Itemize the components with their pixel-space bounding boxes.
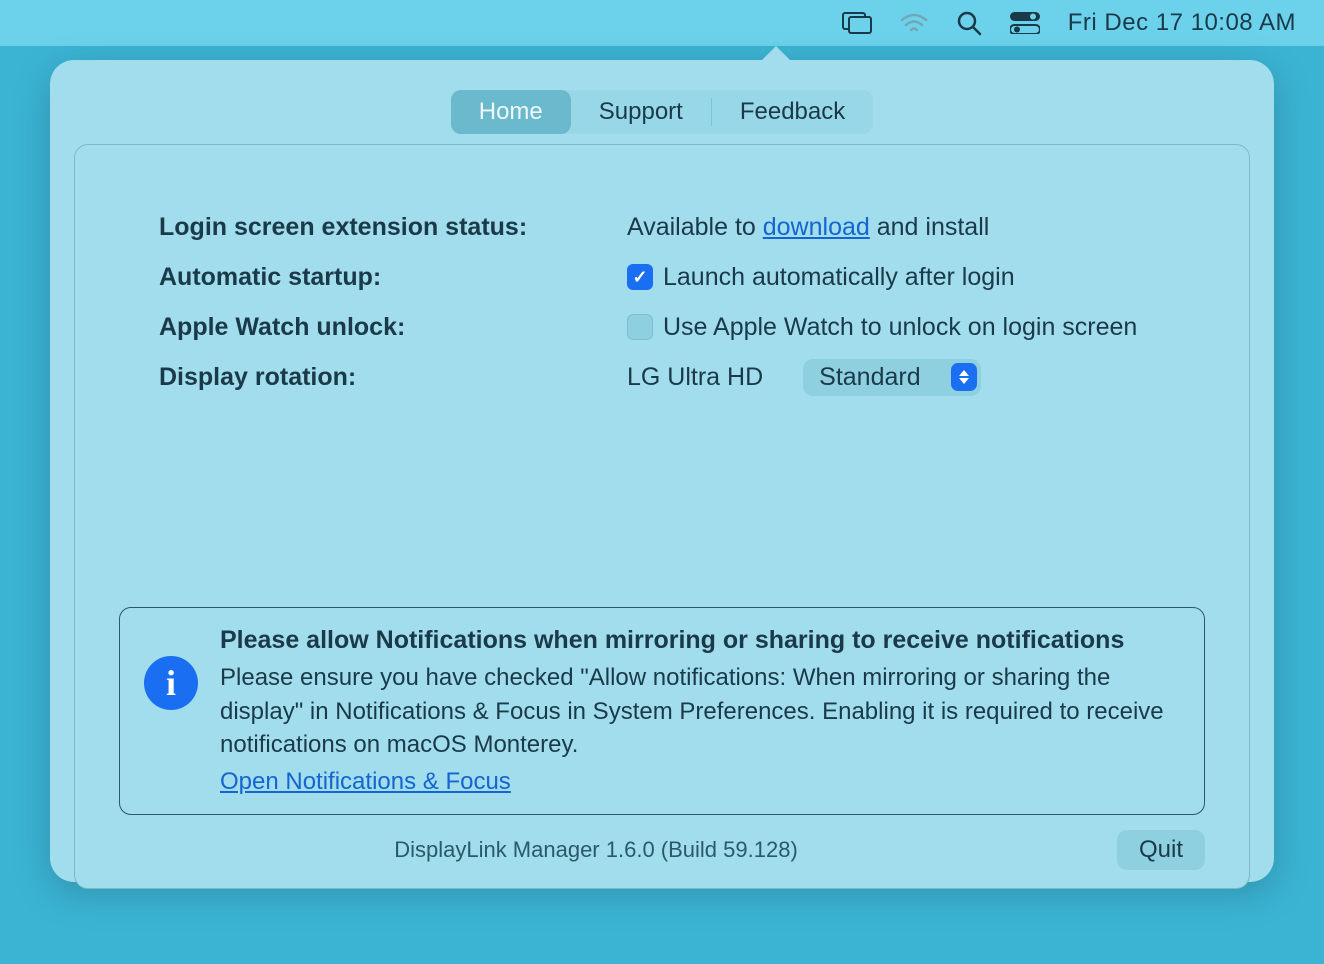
quit-button[interactable]: Quit xyxy=(1117,830,1205,870)
info-body: Please ensure you have checked "Allow no… xyxy=(220,661,1180,762)
apple-watch-row: Apple Watch unlock: Use Apple Watch to u… xyxy=(159,305,1209,349)
login-extension-value: Available to download and install xyxy=(627,213,1209,242)
apple-watch-text: Use Apple Watch to unlock on login scree… xyxy=(663,313,1137,342)
login-ext-prefix: Available to xyxy=(627,213,763,241)
login-ext-suffix: and install xyxy=(870,213,990,241)
footer: DisplayLink Manager 1.6.0 (Build 59.128)… xyxy=(75,830,1205,870)
search-icon[interactable] xyxy=(956,10,982,36)
login-extension-label: Login screen extension status: xyxy=(159,213,627,242)
auto-startup-text: Launch automatically after login xyxy=(663,263,1015,292)
apple-watch-label: Apple Watch unlock: xyxy=(159,313,627,342)
tab-support[interactable]: Support xyxy=(571,90,711,134)
version-label: DisplayLink Manager 1.6.0 (Build 59.128) xyxy=(75,837,1117,863)
auto-startup-checkbox[interactable]: ✓ xyxy=(627,264,653,290)
rotation-select-label: Standard xyxy=(819,363,920,392)
popover-window: Home Support Feedback Login screen exten… xyxy=(50,60,1274,882)
tab-bar-inner: Home Support Feedback xyxy=(451,90,874,134)
info-title: Please allow Notifications when mirrorin… xyxy=(220,626,1180,655)
display-rotation-label: Display rotation: xyxy=(159,363,627,392)
screen-mirror-icon[interactable] xyxy=(842,12,872,34)
display-rotation-row: Display rotation: LG Ultra HD Standard xyxy=(159,355,1209,399)
checkmark-icon: ✓ xyxy=(632,267,647,288)
popover-arrow xyxy=(760,46,792,62)
settings-panel: Login screen extension status: Available… xyxy=(74,144,1250,889)
control-center-icon[interactable] xyxy=(1010,12,1040,34)
datetime[interactable]: Fri Dec 17 10:08 AM xyxy=(1068,9,1296,37)
tab-home[interactable]: Home xyxy=(451,90,571,134)
display-rotation-value: LG Ultra HD Standard xyxy=(627,359,1209,396)
rotation-select[interactable]: Standard xyxy=(803,359,980,396)
download-link[interactable]: download xyxy=(763,213,870,241)
updown-icon xyxy=(951,363,977,391)
settings-list: Login screen extension status: Available… xyxy=(159,205,1209,399)
info-content: Please allow Notifications when mirrorin… xyxy=(220,626,1180,796)
display-name: LG Ultra HD xyxy=(627,363,763,392)
apple-watch-value: Use Apple Watch to unlock on login scree… xyxy=(627,313,1209,342)
open-notifications-link[interactable]: Open Notifications & Focus xyxy=(220,768,511,795)
tab-bar: Home Support Feedback xyxy=(50,90,1274,134)
automatic-startup-row: Automatic startup: ✓ Launch automaticall… xyxy=(159,255,1209,299)
info-icon: i xyxy=(144,656,198,710)
notification-info-box: i Please allow Notifications when mirror… xyxy=(119,607,1205,815)
automatic-startup-value: ✓ Launch automatically after login xyxy=(627,263,1209,292)
menubar: Fri Dec 17 10:08 AM xyxy=(0,0,1324,46)
wifi-icon[interactable] xyxy=(900,12,928,34)
tab-feedback[interactable]: Feedback xyxy=(712,90,873,134)
automatic-startup-label: Automatic startup: xyxy=(159,263,627,292)
apple-watch-checkbox[interactable] xyxy=(627,314,653,340)
login-extension-row: Login screen extension status: Available… xyxy=(159,205,1209,249)
